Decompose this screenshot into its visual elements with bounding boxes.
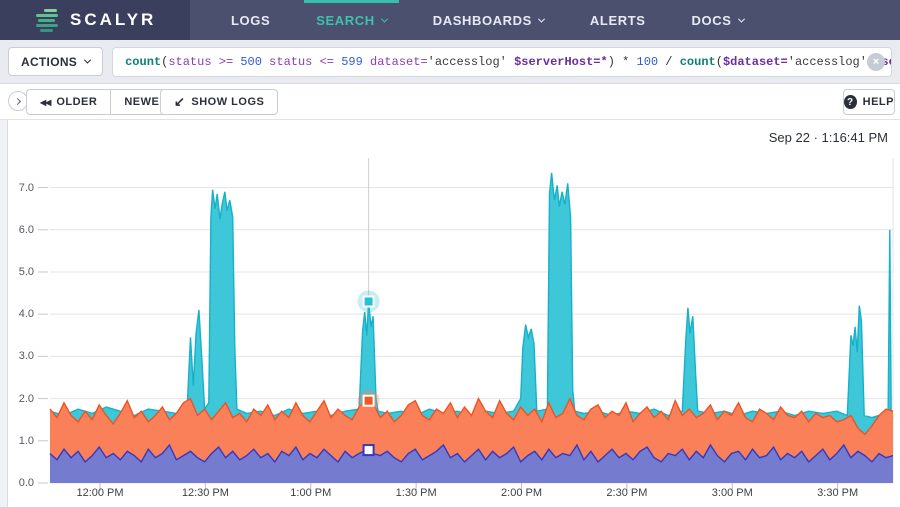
y-axis-label: 7.0 [18,181,34,194]
query-token: * [614,54,637,69]
nav-item-label: DASHBOARDS [432,12,532,28]
nav-item-docs[interactable]: DOCS [680,0,756,40]
y-axis-label: 0.0 [18,477,34,489]
x-axis-label: 2:00 PM [501,487,542,499]
chevron-down-icon [84,56,92,64]
query-token: status [168,54,212,69]
clear-search-button[interactable]: × [867,52,885,71]
chevron-down-icon [737,15,745,23]
query-token: count [679,54,716,69]
query-text: count(status >= 500 status <= 599 datase… [125,54,891,69]
chart-toolbar: ◀◀ OLDER NEWER ▶▶ ↙ SHOW LOGS ? HELP [0,84,900,120]
query-token: 500 [240,54,262,69]
query-token: 'accesslog' [427,54,507,69]
x-axis-label: 3:30 PM [817,487,859,499]
show-logs-label: SHOW LOGS [191,96,265,108]
close-icon: × [872,55,880,68]
nav-item-alerts[interactable]: ALERTS [578,0,658,40]
y-axis-label: 6.0 [18,223,34,236]
help-icon: ? [844,95,857,109]
nav-item-dashboards[interactable]: DASHBOARDS [421,0,556,40]
query-token: =* [593,54,608,69]
query-token: ( [715,54,723,69]
nav-item-label: ALERTS [589,12,646,28]
x-axis-label: 12:00 PM [76,487,124,499]
query-token: >= [211,54,241,69]
x-axis-label: 1:00 PM [290,487,332,499]
query-token [507,55,514,69]
query-token: 100 [636,54,659,69]
chart-timestamp: Sep 22 · 1:16:41 PM [768,130,888,145]
series-cyan-line [49,172,894,419]
chart-pane: Sep 22 · 1:16:41 PM 0.0 1.0 2.0 3.0 4.0 5.0 6.… [0,120,900,507]
query-token: 'accesslog' [787,54,867,69]
help-button[interactable]: ? HELP [843,89,895,115]
search-query-input[interactable]: count(status >= 500 status <= 599 datase… [112,46,892,77]
actions-button-label: ACTIONS [21,54,78,69]
chevron-down-icon [380,15,388,23]
query-token: ) [607,54,615,69]
crosshair-marker[interactable] [362,295,375,308]
nav-item-label: DOCS [691,12,732,28]
brand-logo[interactable]: SCALYR [0,0,190,40]
brand-name: SCALYR [70,10,157,29]
arrow-down-left-icon: ↙ [174,94,186,109]
query-token: = [420,54,428,69]
x-axis-label: 2:30 PM [606,487,648,499]
search-bar: ACTIONS count(status >= 500 status <= 59… [0,40,900,84]
y-axis-label: 5.0 [18,265,34,278]
show-logs-button[interactable]: ↙ SHOW LOGS [160,89,279,115]
y-axis-label: 2.0 [18,392,34,405]
scalyr-app: SCALYR LOGS SEARCH DASHBOARDS ALERTS DOCS AC… [0,0,900,507]
query-token: $dataset [722,54,781,69]
chevron-down-icon [537,15,545,23]
query-token: $serverHost [514,54,594,69]
query-token [363,55,370,69]
help-button-label: HELP [862,96,894,108]
crosshair-marker[interactable] [362,394,375,407]
y-axis-label: 4.0 [18,308,34,321]
scalyr-logo-icon [36,8,60,32]
nav-item-search[interactable]: SEARCH [304,0,399,40]
time-series-chart[interactable] [0,120,900,507]
chevron-right-icon [13,97,22,105]
nav-item-logs[interactable]: LOGS [219,0,282,40]
query-token: / [658,54,680,69]
nav-item-label: LOGS [231,12,271,28]
crosshair-marker[interactable] [362,444,375,457]
actions-button[interactable]: ACTIONS [8,47,104,76]
query-token: <= [312,54,342,69]
rewind-icon: ◀◀ [40,97,51,107]
nav-item-label: SEARCH [316,12,375,28]
sidebar-expand-button[interactable] [8,91,28,111]
query-token: 599 [341,54,363,69]
y-axis-label: 1.0 [18,434,34,447]
x-axis-label: 3:00 PM [711,487,753,499]
x-axis-label: 12:30 PM [181,487,229,499]
query-token: = [780,54,788,69]
top-nav: SCALYR LOGS SEARCH DASHBOARDS ALERTS DOCS [0,0,900,40]
query-token: count [125,54,162,69]
query-token: dataset [370,54,421,69]
older-button-label: OLDER [56,96,98,108]
nav-items: LOGS SEARCH DASHBOARDS ALERTS DOCS [208,0,767,40]
query-token: status [269,54,313,69]
y-axis-label: 3.0 [18,350,34,363]
x-axis-label: 1:30 PM [395,487,437,499]
older-button[interactable]: ◀◀ OLDER [26,89,111,115]
